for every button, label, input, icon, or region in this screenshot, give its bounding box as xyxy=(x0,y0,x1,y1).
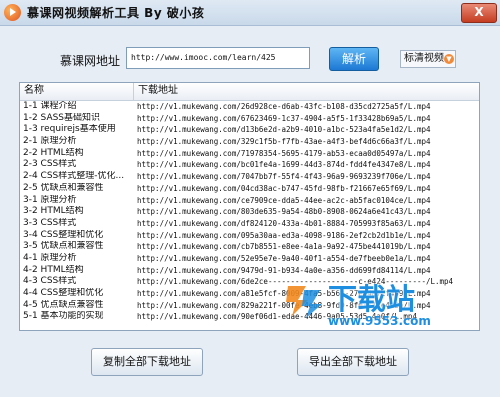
quality-select-value: 标清视频 xyxy=(404,53,444,64)
row-url: http://v1.mukewang.com/df824120-433a-4b0… xyxy=(137,218,431,228)
table-row[interactable]: 2-5 优缺点和兼容性 http://v1.mukewang.com/04cd38… xyxy=(20,183,479,195)
table-row[interactable]: 3-5 优缺点和兼容性 http://v1.mukewang.com/cb7b85… xyxy=(20,241,479,253)
table-row[interactable]: 4-1 原理分析 http://v1.mukewang.com/52e95e7e-… xyxy=(20,253,479,265)
row-url: http://v1.mukewang.com/bc01fe4a-1699-44d… xyxy=(137,160,431,170)
column-header-name[interactable]: 名称 xyxy=(20,83,134,100)
table-row[interactable]: 1-1 课程介绍 http://v1.mukewang.com/26d928ce-… xyxy=(20,101,479,113)
table-row[interactable]: 2-2 HTML结构 http://v1.mukewang.com/7197835… xyxy=(20,148,479,160)
row-name: 4-2 HTML结构 xyxy=(23,264,84,275)
row-name: 3-5 优缺点和兼容性 xyxy=(23,241,104,252)
row-name: 5-1 基本功能的实现 xyxy=(23,311,104,322)
row-name: 4-1 原理分析 xyxy=(23,252,77,263)
watermark-text: 下载站 xyxy=(328,282,416,316)
table-row[interactable]: 2-1 原理分析 http://v1.mukewang.com/329c1f5b-… xyxy=(20,136,479,148)
row-url: http://v1.mukewang.com/ce7909ce-dda5-44e… xyxy=(137,195,431,205)
table-row[interactable]: 1-3 requirejs基本使用 http://v1.mukewang.com/… xyxy=(20,124,479,136)
window-title: 慕课网视频解析工具 By 破小孩 xyxy=(27,6,205,20)
row-url: http://v1.mukewang.com/329c1f5b-f7fb-43a… xyxy=(137,137,431,147)
row-url: http://v1.mukewang.com/7047bb7f-55f4-4f4… xyxy=(137,172,431,182)
quality-select[interactable]: 标清视频 ▼ xyxy=(400,50,456,68)
row-name: 1-1 课程介绍 xyxy=(23,101,77,111)
row-url: http://v1.mukewang.com/d13b6e2d-a2b9-401… xyxy=(137,125,431,135)
row-name: 1-3 requirejs基本使用 xyxy=(23,124,116,135)
url-input[interactable]: http://www.imooc.com/learn/425 xyxy=(126,47,310,69)
copy-all-links-button[interactable]: 复制全部下载地址 xyxy=(91,348,203,376)
row-name: 3-4 CSS整理和优化 xyxy=(23,229,104,240)
row-url: http://v1.mukewang.com/095a30aa-ed3a-409… xyxy=(137,230,431,240)
table-row[interactable]: 3-4 CSS整理和优化 http://v1.mukewang.com/095a3… xyxy=(20,230,479,242)
row-name: 4-5 优点缺点兼容性 xyxy=(23,299,104,310)
row-name: 2-4 CSS样式整理-优化... xyxy=(23,171,125,182)
row-url: http://v1.mukewang.com/52e95e7e-9a40-40f… xyxy=(137,253,431,263)
table-row[interactable]: 3-2 HTML结构 http://v1.mukewang.com/803de63… xyxy=(20,206,479,218)
watermark-url: www.9553.com xyxy=(328,314,431,328)
row-url: http://v1.mukewang.com/cb7b8551-e8ee-4a1… xyxy=(137,242,431,252)
row-name: 4-3 CSS样式 xyxy=(23,276,77,287)
row-name: 3-2 HTML结构 xyxy=(23,206,84,217)
row-name: 2-5 优缺点和兼容性 xyxy=(23,182,104,193)
row-url: http://v1.mukewang.com/04cd38ac-b747-45f… xyxy=(137,183,431,193)
row-url: http://v1.mukewang.com/803de635-9a54-48b… xyxy=(137,207,431,217)
table-row[interactable]: 3-1 原理分析 http://v1.mukewang.com/ce7909ce-… xyxy=(20,195,479,207)
watermark: 下载站 www.9553.com xyxy=(284,274,468,340)
app-window: 慕课网视频解析工具 By 破小孩 X 慕课网地址 http://www.imoo… xyxy=(0,0,500,397)
table-row[interactable]: 2-3 CSS样式 http://v1.mukewang.com/bc01fe4a… xyxy=(20,159,479,171)
table-row[interactable]: 2-4 CSS样式整理-优化... http://v1.mukewang.com/… xyxy=(20,171,479,183)
row-name: 3-3 CSS样式 xyxy=(23,217,77,228)
table-row[interactable]: 3-3 CSS样式 http://v1.mukewang.com/df824120… xyxy=(20,218,479,230)
row-url: http://v1.mukewang.com/26d928ce-d6ab-43f… xyxy=(137,102,431,111)
row-name: 2-2 HTML结构 xyxy=(23,147,84,158)
row-name: 2-3 CSS样式 xyxy=(23,159,77,170)
row-url: http://v1.mukewang.com/67623469-1c37-490… xyxy=(137,113,431,123)
list-header: 名称 下载地址 xyxy=(20,83,479,101)
parse-button[interactable]: 解析 xyxy=(329,47,379,71)
row-url: http://v1.mukewang.com/71978354-5695-417… xyxy=(137,148,431,158)
column-header-url[interactable]: 下载地址 xyxy=(134,83,479,100)
title-bar: 慕课网视频解析工具 By 破小孩 X xyxy=(0,0,500,26)
row-name: 1-2 SASS基础知识 xyxy=(23,112,101,123)
row-name: 4-4 CSS整理和优化 xyxy=(23,288,104,298)
row-name: 3-1 原理分析 xyxy=(23,194,77,205)
export-all-links-button[interactable]: 导出全部下载地址 xyxy=(297,348,409,376)
table-row[interactable]: 1-2 SASS基础知识 http://v1.mukewang.com/67623… xyxy=(20,113,479,125)
url-label: 慕课网地址 xyxy=(60,54,121,68)
watermark-logo-icon xyxy=(286,286,322,318)
chevron-down-icon[interactable]: ▼ xyxy=(444,54,454,64)
app-play-icon xyxy=(4,4,21,21)
row-name: 2-1 原理分析 xyxy=(23,136,77,147)
close-button[interactable]: X xyxy=(461,3,497,23)
